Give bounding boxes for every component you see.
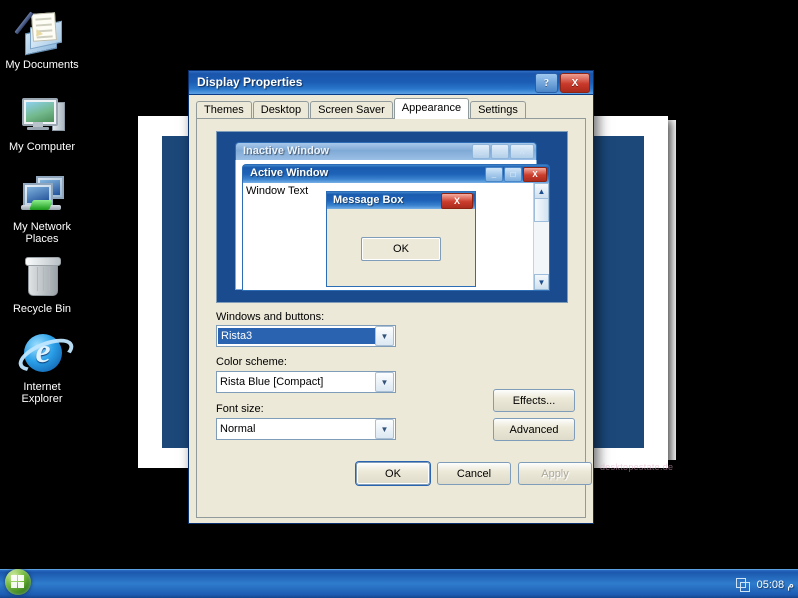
desktop-icon-label-line2: Explorer [21, 393, 63, 405]
watermark: desktopestate.de [600, 462, 674, 472]
preview-inactive-buttons: _ □ X [472, 144, 534, 159]
color-scheme-label: Color scheme: [216, 356, 287, 368]
network-icon[interactable] [735, 577, 750, 592]
taskbar-clock[interactable]: 05:08 م [757, 578, 794, 591]
desktop-icon-label: My Documents [5, 59, 79, 71]
preview-active-title: Active Window [250, 167, 329, 179]
tab-desktop[interactable]: Desktop [252, 101, 310, 119]
maximize-icon: □ [491, 144, 509, 159]
windows-and-buttons-select[interactable]: Rista3 ▼ [216, 325, 396, 347]
font-size-select[interactable]: Normal ▼ [216, 418, 396, 440]
taskbar: 05:08 م [0, 569, 798, 598]
advanced-button[interactable]: Advanced [493, 418, 575, 441]
preview-active-title-bar: Active Window _ □ X [242, 164, 550, 183]
my-computer-icon [18, 90, 66, 138]
appearance-preview: Inactive Window _ □ X Active Window _ □ … [216, 131, 568, 303]
windows-flag-icon [11, 575, 25, 589]
dialog-title: Display Properties [197, 75, 303, 89]
maximize-icon: □ [504, 167, 522, 182]
desktop-icon-label: My Computer [8, 141, 76, 153]
minimize-icon: _ [485, 167, 503, 182]
start-button[interactable] [2, 567, 56, 597]
minimize-icon: _ [472, 144, 490, 159]
message-box-title-bar: Message Box X [327, 192, 475, 209]
close-icon: X [441, 193, 473, 209]
scroll-down-icon: ▼ [534, 274, 549, 290]
ok-button[interactable]: OK [356, 462, 430, 485]
internet-explorer-icon: e [14, 330, 78, 378]
windows-and-buttons-value: Rista3 [218, 328, 375, 344]
chevron-down-icon[interactable]: ▼ [375, 326, 394, 346]
desktop: My Documents My Computer My Network Plac… [0, 0, 798, 570]
desktop-icon-my-computer[interactable]: My Computer [0, 90, 84, 153]
cancel-button[interactable]: Cancel [437, 462, 511, 485]
font-size-value: Normal [220, 423, 256, 435]
chevron-down-icon[interactable]: ▼ [375, 372, 394, 392]
recycle-bin-icon [18, 252, 66, 300]
system-tray: 05:08 م [735, 570, 794, 598]
color-scheme-select[interactable]: Rista Blue [Compact] ▼ [216, 371, 396, 393]
chevron-down-icon[interactable]: ▼ [375, 419, 394, 439]
desktop-icon-my-network-places[interactable]: My Network Places [0, 170, 84, 245]
tab-page-appearance: Inactive Window _ □ X Active Window _ □ … [196, 118, 592, 518]
close-icon: X [510, 144, 534, 159]
tab-settings[interactable]: Settings [470, 101, 526, 119]
close-button[interactable]: X [560, 73, 590, 93]
desktop-icon-label: Recycle Bin [12, 303, 72, 315]
windows-and-buttons-label: Windows and buttons: [216, 311, 325, 323]
preview-active-body: Window Text ▲ ▼ Message Box X OK [242, 183, 550, 291]
color-scheme-value: Rista Blue [Compact] [220, 376, 324, 388]
message-box-ok-button: OK [361, 237, 441, 261]
desktop-icon-label-line1: Internet [23, 381, 61, 393]
desktop-icon-label-line2: Places [25, 233, 59, 245]
tab-strip: Themes Desktop Screen Saver Appearance S… [196, 98, 527, 119]
desktop-icon-recycle-bin[interactable]: Recycle Bin [0, 252, 84, 315]
apply-button: Apply [518, 462, 592, 485]
scrollbar-thumb [534, 198, 549, 222]
scroll-up-icon: ▲ [534, 183, 549, 199]
dialog-title-buttons: ? X [535, 73, 590, 93]
close-icon: X [523, 167, 547, 182]
tab-screen-saver[interactable]: Screen Saver [310, 101, 393, 119]
tab-themes[interactable]: Themes [196, 101, 252, 119]
message-box-title: Message Box [333, 194, 404, 206]
preview-window-text: Window Text [246, 185, 309, 197]
preview-inactive-title: Inactive Window [243, 145, 330, 157]
desktop-icon-internet-explorer[interactable]: e Internet Explorer [0, 330, 84, 405]
dialog-title-bar[interactable]: Display Properties ? X [189, 71, 593, 95]
tab-appearance[interactable]: Appearance [393, 98, 470, 119]
preview-active-window: Active Window _ □ X Window Text ▲ ▼ Mess… [242, 164, 550, 291]
preview-inactive-title-bar: Inactive Window _ □ X [235, 142, 537, 160]
preview-message-box: Message Box X OK [326, 191, 476, 287]
preview-active-buttons: _ □ X [485, 167, 547, 182]
my-documents-icon [14, 8, 66, 56]
font-size-label: Font size: [216, 403, 264, 415]
help-button[interactable]: ? [535, 73, 558, 93]
display-properties-dialog: Display Properties ? X Themes Desktop Sc… [188, 70, 594, 524]
my-network-places-icon [18, 170, 66, 218]
desktop-icon-label-line1: My Network [12, 221, 72, 233]
effects-button[interactable]: Effects... [493, 389, 575, 412]
preview-scrollbar: ▲ ▼ [533, 183, 549, 290]
desktop-icon-my-documents[interactable]: My Documents [0, 8, 84, 71]
